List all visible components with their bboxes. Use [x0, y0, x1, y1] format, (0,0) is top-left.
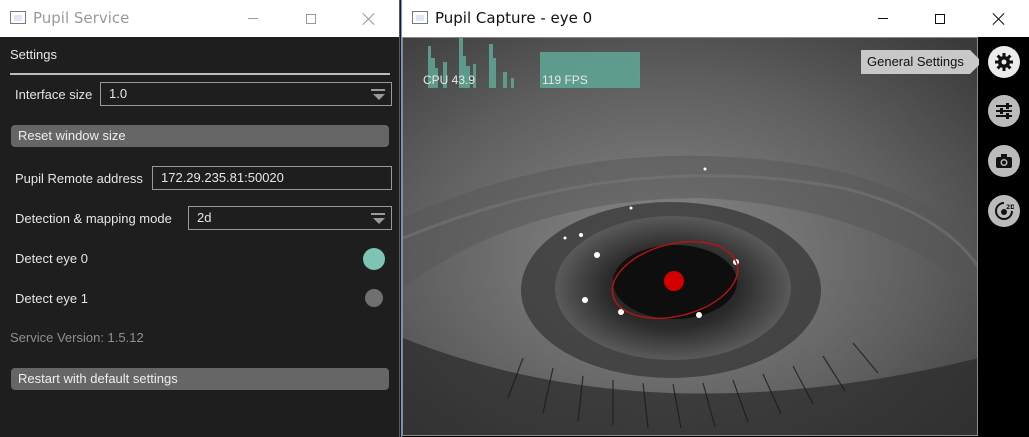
- minimize-icon: [248, 18, 258, 19]
- interface-size-label: Interface size: [15, 87, 93, 102]
- minimize-icon: [878, 18, 888, 19]
- pupil-remote-label: Pupil Remote address: [15, 171, 143, 186]
- app-icon: [10, 11, 26, 24]
- close-button[interactable]: [346, 0, 392, 37]
- service-titlebar[interactable]: Pupil Service: [0, 0, 399, 37]
- dropdown-arrow-icon: [371, 211, 387, 225]
- eye-2d-icon: 2D: [995, 202, 1014, 220]
- general-settings-button[interactable]: [988, 46, 1020, 78]
- eye-camera-view[interactable]: CPU 43.9 119 FPS: [402, 37, 978, 436]
- interface-size-value: 1.0: [109, 86, 128, 101]
- close-icon: [363, 13, 375, 25]
- svg-text:2D: 2D: [1006, 204, 1014, 211]
- minimize-button[interactable]: [230, 0, 276, 37]
- reset-window-size-button[interactable]: Reset window size: [11, 125, 389, 147]
- general-settings-tooltip: General Settings: [861, 50, 982, 74]
- gear-icon: [995, 53, 1013, 71]
- pupil-remote-address-input[interactable]: 172.29.235.81:50020: [152, 166, 392, 190]
- detect-eye0-toggle[interactable]: [363, 248, 385, 270]
- eye-image: [403, 38, 977, 435]
- detection-mode-label: Detection & mapping mode: [15, 211, 172, 226]
- maximize-icon: [935, 13, 945, 24]
- maximize-icon: [306, 13, 316, 24]
- capture-titlebar[interactable]: Pupil Capture - eye 0: [402, 0, 1029, 37]
- detect-eye1-label: Detect eye 1: [15, 291, 88, 306]
- detection-mode-select[interactable]: 2d: [188, 206, 392, 230]
- detect-eye1-toggle[interactable]: [365, 289, 383, 307]
- settings-header: Settings: [10, 47, 57, 62]
- minimize-button[interactable]: [860, 0, 906, 37]
- detect-eye0-label: Detect eye 0: [15, 251, 88, 266]
- app-icon: [412, 11, 428, 24]
- pupil-capture-window: Pupil Capture - eye 0 CPU 43.9 119 FPS G…: [401, 0, 1029, 437]
- plugin-manager-button[interactable]: [988, 95, 1020, 127]
- settings-divider: [10, 73, 390, 75]
- service-version: Service Version: 1.5.12: [10, 330, 144, 345]
- pupil-service-window: Pupil Service Settings Interface size 1.…: [0, 0, 400, 437]
- camera-icon: [996, 154, 1012, 168]
- capture-sidebar: 2D: [979, 37, 1029, 437]
- dropdown-arrow-icon: [371, 87, 387, 101]
- service-window-title: Pupil Service: [33, 9, 130, 27]
- pupil-detector-button[interactable]: 2D: [988, 195, 1020, 227]
- maximize-button[interactable]: [917, 0, 963, 37]
- capture-window-title: Pupil Capture - eye 0: [435, 9, 593, 27]
- cpu-readout: CPU 43.9: [423, 73, 476, 87]
- close-icon: [993, 13, 1005, 25]
- restart-default-settings-button[interactable]: Restart with default settings: [11, 368, 389, 390]
- camera-settings-button[interactable]: [988, 145, 1020, 177]
- close-button[interactable]: [976, 0, 1022, 37]
- fps-readout: 119 FPS: [542, 73, 588, 87]
- maximize-button[interactable]: [288, 0, 334, 37]
- interface-size-select[interactable]: 1.0: [100, 82, 392, 106]
- detection-mode-value: 2d: [197, 210, 212, 225]
- list-icon: [996, 103, 1012, 119]
